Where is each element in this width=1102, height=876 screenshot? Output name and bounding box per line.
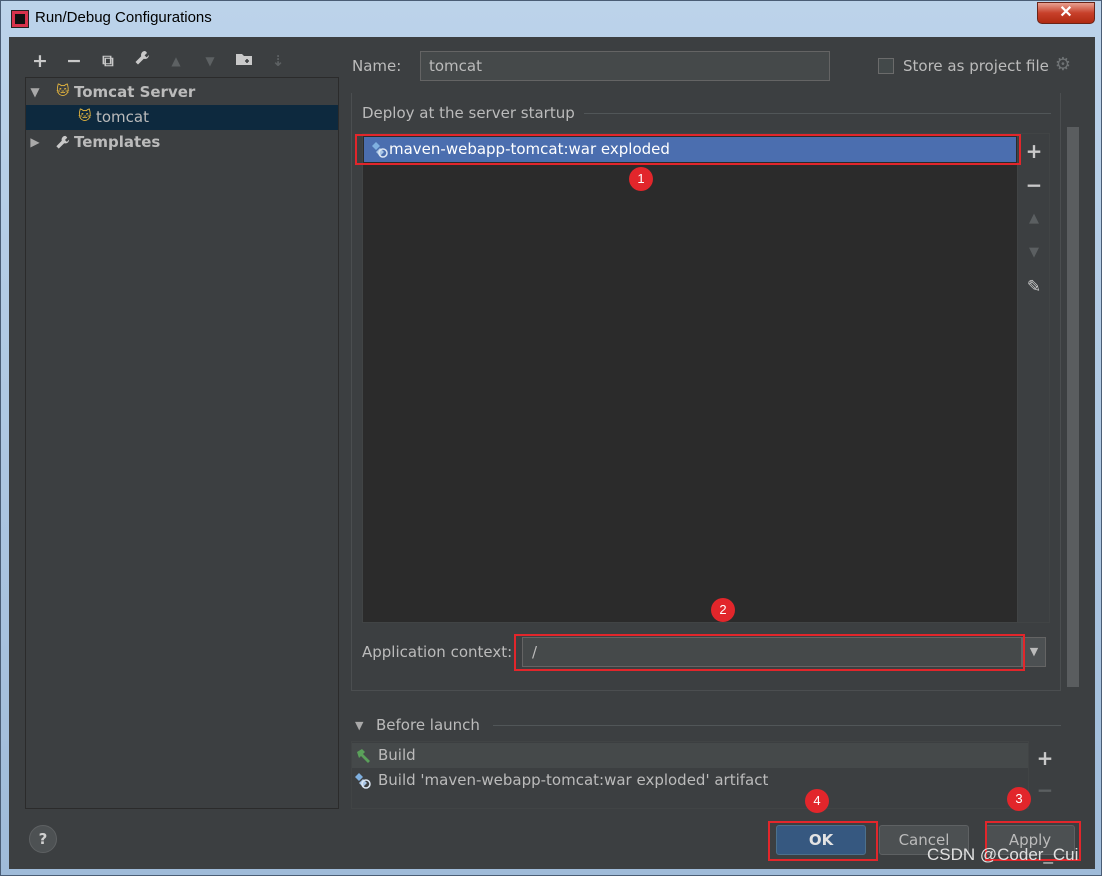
deploy-section-title: Deploy at the server startup	[362, 104, 575, 122]
application-context-label: Application context:	[362, 643, 513, 661]
intellij-app-icon	[11, 10, 29, 28]
name-input[interactable]: tomcat	[420, 51, 830, 81]
tree-group-templates[interactable]: ▶ Templates	[26, 130, 338, 155]
dialog-window: Run/Debug Configurations ✕ + − ⧉ ▲ ▼ ⇣ ▼…	[0, 0, 1102, 876]
section-divider	[493, 725, 1061, 726]
hammer-icon	[354, 747, 372, 765]
add-icon[interactable]: +	[25, 49, 55, 73]
window-title: Run/Debug Configurations	[35, 9, 212, 26]
annotation-box-1	[355, 134, 1021, 165]
title-bar: Run/Debug Configurations ✕	[1, 1, 1101, 37]
watermark-text: CSDN @Coder_Cui	[927, 845, 1079, 864]
new-folder-icon[interactable]	[229, 49, 259, 73]
deploy-artifact-list[interactable]: maven-webapp-tomcat:war exploded	[362, 133, 1018, 623]
before-launch-item-build[interactable]: Build	[352, 743, 1028, 768]
sort-icon[interactable]: ⇣	[263, 49, 293, 73]
move-down-icon[interactable]: ▼	[195, 49, 225, 73]
store-as-project-label: Store as project file	[903, 57, 1049, 75]
edit-artifact-button[interactable]: ✎	[1018, 272, 1050, 302]
artifact-icon	[354, 772, 372, 790]
tree-group-tomcat-server[interactable]: ▼ 🐱 Tomcat Server	[26, 80, 338, 105]
before-launch-item-label: Build 'maven-webapp-tomcat:war exploded'…	[378, 771, 769, 789]
before-launch-side-toolbar: + −	[1029, 741, 1061, 809]
gear-icon[interactable]: ⚙	[1053, 55, 1073, 75]
name-label: Name:	[352, 57, 402, 75]
vertical-scrollbar[interactable]	[1067, 127, 1079, 687]
close-button[interactable]: ✕	[1037, 2, 1095, 24]
move-down-button[interactable]: ▼	[1018, 238, 1050, 268]
tree-item-label: tomcat	[96, 108, 149, 126]
before-launch-title: Before launch	[376, 716, 480, 734]
annotation-box-2	[514, 634, 1025, 671]
wrench-icon[interactable]	[127, 49, 157, 73]
move-up-icon[interactable]: ▲	[161, 49, 191, 73]
annotation-badge-1: 1	[629, 167, 653, 191]
add-artifact-button[interactable]: +	[1018, 136, 1050, 166]
tree-group-label: Tomcat Server	[74, 83, 196, 101]
help-button[interactable]: ?	[29, 825, 57, 853]
deploy-side-toolbar: + − ▲ ▼ ✎	[1018, 133, 1050, 623]
before-launch-item-label: Build	[378, 746, 416, 764]
before-launch-toggle-icon[interactable]: ▼	[355, 719, 363, 732]
store-as-project-checkbox[interactable]	[878, 58, 894, 74]
copy-icon[interactable]: ⧉	[93, 49, 123, 73]
tree-item-tomcat[interactable]: 🐱 tomcat	[26, 105, 338, 130]
collapsed-arrow-icon[interactable]: ▶	[28, 130, 42, 155]
config-toolbar: + − ⧉ ▲ ▼ ⇣	[25, 49, 293, 73]
before-launch-item-artifact[interactable]: Build 'maven-webapp-tomcat:war exploded'…	[352, 768, 1028, 793]
before-launch-list: Build Build 'maven-webapp-tomcat:war exp…	[351, 741, 1029, 809]
remove-task-button[interactable]: −	[1029, 775, 1061, 805]
annotation-badge-4: 4	[805, 789, 829, 813]
config-tree: ▼ 🐱 Tomcat Server 🐱 tomcat ▶ Templates	[25, 77, 339, 809]
tree-group-label: Templates	[74, 133, 161, 151]
annotation-box-4	[768, 821, 878, 861]
tomcat-icon: 🐱	[56, 84, 70, 99]
context-dropdown-button[interactable]: ▼	[1022, 637, 1046, 667]
dialog-content: + − ⧉ ▲ ▼ ⇣ ▼ 🐱 Tomcat Server 🐱 tomcat ▶…	[9, 37, 1095, 869]
expanded-arrow-icon[interactable]: ▼	[28, 80, 42, 105]
remove-icon[interactable]: −	[59, 49, 89, 73]
annotation-badge-3: 3	[1007, 787, 1031, 811]
tomcat-icon: 🐱	[78, 109, 92, 124]
remove-artifact-button[interactable]: −	[1018, 170, 1050, 200]
annotation-badge-2: 2	[711, 598, 735, 622]
section-divider	[584, 113, 1051, 114]
add-task-button[interactable]: +	[1029, 743, 1061, 773]
wrench-icon	[54, 134, 71, 159]
move-up-button[interactable]: ▲	[1018, 204, 1050, 234]
